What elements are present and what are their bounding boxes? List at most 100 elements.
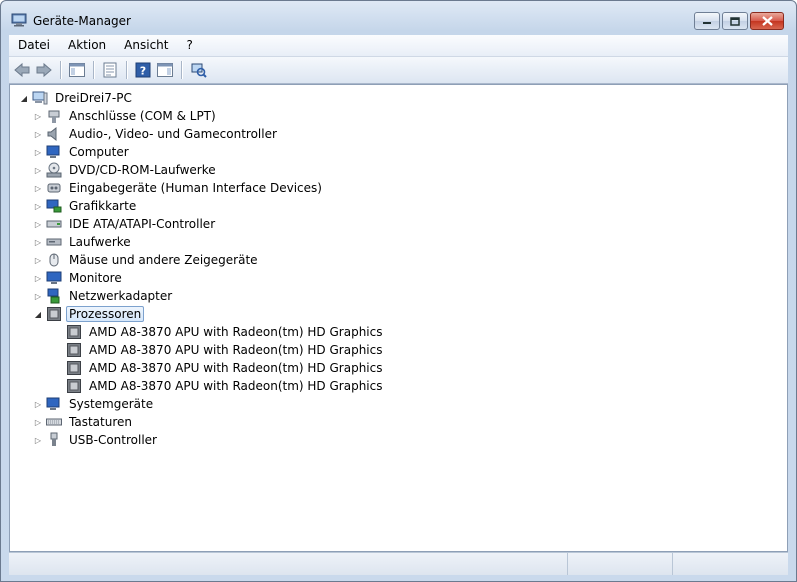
tree-category[interactable]: ▷ Monitore — [18, 269, 385, 287]
device-tree: ◢ DreiDrei7-PC ▷ Anschlüsse (COM & LPT) … — [18, 89, 385, 449]
monitor-icon — [46, 271, 62, 284]
tree-category[interactable]: ▷ Eingabegeräte (Human Interface Devices… — [18, 179, 385, 197]
tree-category[interactable]: ▷ IDE ATA/ATAPI-Controller — [18, 215, 385, 233]
menu-ansicht[interactable]: Ansicht — [115, 35, 177, 56]
device-manager-icon — [11, 13, 27, 27]
tree-device-label: AMD A8-3870 APU with Radeon(tm) HD Graph… — [89, 361, 383, 375]
menu-help[interactable]: ? — [177, 35, 201, 56]
expand-arrow-icon[interactable]: ▷ — [32, 146, 44, 158]
expand-arrow-icon[interactable]: ▷ — [32, 110, 44, 122]
maximize-button[interactable] — [722, 12, 748, 30]
toolbar-separator — [93, 61, 94, 79]
processor-icon — [67, 325, 81, 339]
back-icon — [14, 62, 30, 78]
status-cell — [673, 553, 773, 575]
forward-icon — [36, 62, 52, 78]
expand-arrow-icon[interactable]: ▷ — [32, 128, 44, 140]
scan-hardware-button[interactable] — [187, 59, 209, 81]
tree-category-label: Tastaturen — [69, 415, 132, 429]
processor-icon — [67, 343, 81, 357]
menu-bar: Datei Aktion Ansicht ? — [9, 35, 788, 57]
system-devices-icon — [46, 397, 60, 410]
processor-icon — [67, 361, 81, 375]
expand-arrow-icon[interactable]: ▷ — [32, 182, 44, 194]
dvd-drive-icon — [46, 162, 62, 178]
minimize-button[interactable] — [694, 12, 720, 30]
collapse-arrow-icon[interactable]: ◢ — [18, 92, 30, 104]
speaker-icon — [47, 126, 57, 142]
tree-category[interactable]: ▷ Systemgeräte — [18, 395, 385, 413]
expand-arrow-icon[interactable]: ▷ — [32, 434, 44, 446]
toolbar-separator — [126, 61, 127, 79]
expand-arrow-icon[interactable]: ▷ — [32, 290, 44, 302]
expand-arrow-icon[interactable]: ▷ — [32, 236, 44, 248]
show-hide-console-tree-icon — [69, 63, 85, 77]
tree-category-label: Eingabegeräte (Human Interface Devices) — [69, 181, 322, 195]
title-bar[interactable]: Geräte-Manager — [1, 1, 796, 39]
tree-device-label: AMD A8-3870 APU with Radeon(tm) HD Graph… — [89, 379, 383, 393]
help-button[interactable]: ? — [132, 59, 154, 81]
keyboard-icon — [46, 418, 62, 426]
maximize-icon — [730, 16, 740, 26]
back-button[interactable] — [11, 59, 33, 81]
tree-category-processors[interactable]: ◢ Prozessoren — [18, 305, 385, 323]
collapse-arrow-icon[interactable]: ◢ — [32, 308, 44, 320]
properties-icon — [103, 62, 117, 78]
tree-category[interactable]: ▷ USB-Controller — [18, 431, 385, 449]
mouse-icon — [49, 253, 59, 267]
window-title: Geräte-Manager — [33, 14, 131, 28]
tree-root[interactable]: ◢ DreiDrei7-PC — [18, 89, 385, 107]
expand-arrow-icon[interactable]: ▷ — [32, 398, 44, 410]
scan-hardware-icon — [191, 63, 207, 78]
expand-arrow-icon[interactable]: ▷ — [32, 200, 44, 212]
tree-category-label: Laufwerke — [69, 235, 131, 249]
processor-icon — [67, 379, 81, 393]
close-icon — [761, 16, 773, 26]
tree-category[interactable]: ▷ Netzwerkadapter — [18, 287, 385, 305]
tree-category[interactable]: ▷ Tastaturen — [18, 413, 385, 431]
tree-device[interactable]: AMD A8-3870 APU with Radeon(tm) HD Graph… — [18, 377, 385, 395]
menu-datei[interactable]: Datei — [9, 35, 59, 56]
computer-icon — [46, 145, 60, 158]
port-icon — [48, 110, 60, 123]
help-icon: ? — [135, 62, 151, 78]
tree-device[interactable]: AMD A8-3870 APU with Radeon(tm) HD Graph… — [18, 359, 385, 377]
expand-arrow-icon[interactable]: ▷ — [32, 164, 44, 176]
ide-controller-icon — [46, 220, 62, 228]
tree-category[interactable]: ▷ Anschlüsse (COM & LPT) — [18, 107, 385, 125]
menu-aktion[interactable]: Aktion — [59, 35, 115, 56]
expand-arrow-icon[interactable]: ▷ — [32, 218, 44, 230]
tree-category-label: Computer — [69, 145, 129, 159]
action-pane-button[interactable] — [154, 59, 176, 81]
tree-category-label: IDE ATA/ATAPI-Controller — [69, 217, 216, 231]
tree-category[interactable]: ▷ Grafikkarte — [18, 197, 385, 215]
expand-arrow-icon[interactable]: ▷ — [32, 254, 44, 266]
svg-text:?: ? — [140, 65, 146, 78]
tree-category[interactable]: ▷ DVD/CD-ROM-Laufwerke — [18, 161, 385, 179]
tree-category-label: Anschlüsse (COM & LPT) — [69, 109, 216, 123]
processor-icon — [47, 307, 61, 321]
tree-category[interactable]: ▷ Computer — [18, 143, 385, 161]
device-tree-pane[interactable]: ◢ DreiDrei7-PC ▷ Anschlüsse (COM & LPT) … — [9, 84, 788, 552]
tree-device[interactable]: AMD A8-3870 APU with Radeon(tm) HD Graph… — [18, 323, 385, 341]
device-manager-window: Geräte-Manager Datei Aktion Ansicht ? ? … — [0, 0, 797, 582]
tree-category[interactable]: ▷ Laufwerke — [18, 233, 385, 251]
tree-device[interactable]: AMD A8-3870 APU with Radeon(tm) HD Graph… — [18, 341, 385, 359]
properties-button[interactable] — [99, 59, 121, 81]
status-bar — [9, 552, 788, 575]
action-pane-icon — [157, 63, 173, 77]
status-cell — [568, 553, 673, 575]
tree-root-label: DreiDrei7-PC — [55, 91, 132, 105]
expand-arrow-icon[interactable]: ▷ — [32, 416, 44, 428]
tree-category-label: USB-Controller — [69, 433, 157, 447]
tree-category-label: Grafikkarte — [69, 199, 137, 213]
close-button[interactable] — [750, 12, 784, 30]
hid-icon — [47, 183, 61, 193]
expand-arrow-icon[interactable]: ▷ — [32, 272, 44, 284]
status-cell — [9, 553, 568, 575]
disk-drive-icon — [46, 238, 62, 246]
show-hide-console-tree-button[interactable] — [66, 59, 88, 81]
tree-category[interactable]: ▷ Audio-, Video- und Gamecontroller — [18, 125, 385, 143]
tree-category[interactable]: ▷ Mäuse und andere Zeigegeräte — [18, 251, 385, 269]
forward-button[interactable] — [33, 59, 55, 81]
